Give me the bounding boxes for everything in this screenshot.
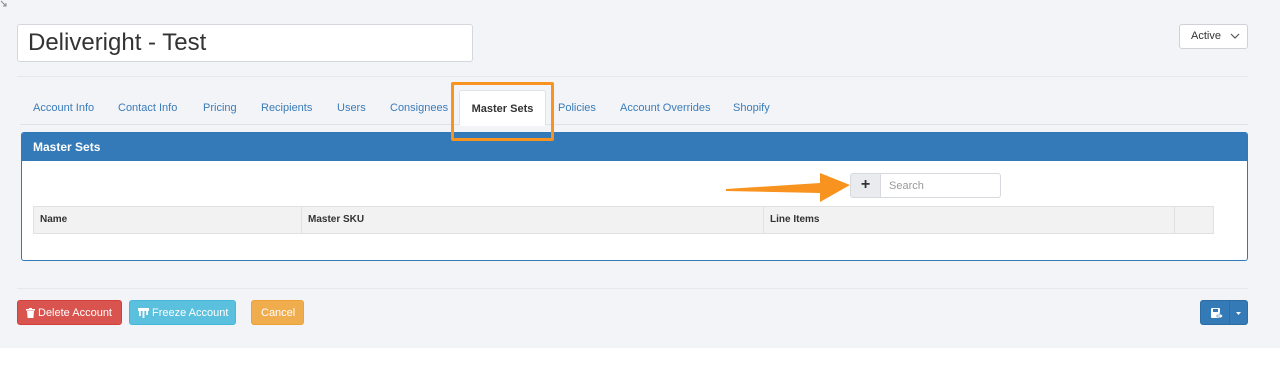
footer-divider (17, 288, 1248, 289)
panel-title: Master Sets (22, 133, 1247, 161)
freeze-icon (138, 308, 149, 318)
save-button[interactable] (1200, 300, 1230, 325)
save-icon (1211, 308, 1224, 320)
search-group: + (850, 173, 1002, 198)
column-master-sku[interactable]: Master SKU (302, 207, 764, 233)
freeze-account-label: Freeze Account (152, 307, 229, 319)
column-actions (1175, 207, 1213, 233)
table-header: Name Master SKU Line Items (33, 206, 1214, 234)
account-edit-page: Deliveright - Test Active Account Info C… (0, 0, 1280, 348)
tab-contact-info[interactable]: Contact Info (118, 90, 177, 125)
status-select-value: Active (1191, 30, 1221, 42)
resize-cursor-icon (0, 0, 7, 7)
account-tabs: Account Info Contact Info Pricing Recipi… (20, 90, 1248, 126)
account-name-field[interactable]: Deliveright - Test (17, 24, 473, 62)
tab-account-info[interactable]: Account Info (33, 90, 94, 125)
delete-account-button[interactable]: Delete Account (17, 300, 122, 325)
tab-account-overrides[interactable]: Account Overrides (620, 90, 710, 125)
status-select[interactable]: Active (1179, 24, 1248, 49)
search-input[interactable] (880, 173, 1001, 198)
header-divider (17, 76, 1248, 77)
column-name[interactable]: Name (34, 207, 302, 233)
tab-users[interactable]: Users (337, 90, 366, 125)
freeze-account-button[interactable]: Freeze Account (129, 300, 236, 325)
tab-shopify[interactable]: Shopify (733, 90, 770, 125)
column-line-items[interactable]: Line Items (764, 207, 1175, 233)
caret-down-icon (1236, 312, 1241, 315)
tab-pricing[interactable]: Pricing (203, 90, 237, 125)
add-master-set-button[interactable]: + (850, 173, 881, 198)
tab-policies[interactable]: Policies (558, 90, 596, 125)
tab-consignees[interactable]: Consignees (390, 90, 448, 125)
chevron-down-icon (1230, 33, 1240, 39)
cancel-button[interactable]: Cancel (251, 300, 304, 325)
tab-master-sets[interactable]: Master Sets (459, 90, 546, 126)
delete-account-label: Delete Account (38, 307, 112, 319)
master-sets-panel: Master Sets + Name Master SKU Line Items (21, 132, 1248, 261)
trash-icon (26, 308, 35, 318)
save-options-dropdown[interactable] (1229, 300, 1248, 325)
tab-recipients[interactable]: Recipients (261, 90, 312, 125)
